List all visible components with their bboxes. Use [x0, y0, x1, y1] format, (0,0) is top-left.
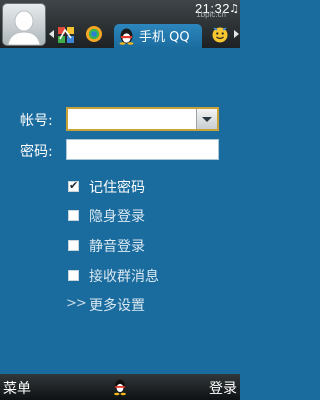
double-chevron-right-icon: >>	[66, 296, 87, 311]
qq-penguin-icon	[119, 28, 134, 45]
avatar[interactable]	[2, 3, 46, 46]
music-note-icon: ♫	[229, 2, 239, 15]
watermark: 1bpic.cn	[196, 10, 226, 19]
qq-login-screen: 21:32 1bpic.cn ♫ 手机 QQ 帐号: 密码: ✔ 记住密码 隐身…	[0, 0, 240, 400]
chevron-down-icon	[202, 117, 212, 122]
receive-group-messages-checkbox[interactable]	[68, 270, 79, 281]
account-combo[interactable]	[66, 107, 219, 131]
default-avatar-icon	[7, 10, 41, 45]
tab-label: 手机 QQ	[139, 30, 190, 45]
emoticon-icon[interactable]	[210, 24, 230, 44]
login-softkey[interactable]: 登录	[209, 378, 237, 398]
remember-password-checkbox[interactable]: ✔	[68, 179, 79, 192]
qq-penguin-icon	[114, 379, 126, 396]
tab-mobile-qq[interactable]: 手机 QQ	[114, 24, 202, 48]
account-label: 帐号:	[20, 113, 53, 129]
password-label: 密码:	[20, 144, 53, 160]
option-label: 隐身登录	[89, 209, 145, 225]
option-label: 记住密码	[89, 180, 145, 196]
top-bar: 21:32 1bpic.cn ♫ 手机 QQ	[0, 0, 240, 48]
scroll-right-icon[interactable]	[234, 30, 239, 38]
browser-icon[interactable]	[84, 24, 104, 44]
more-settings-label: 更多设置	[89, 298, 145, 314]
softkey-bar: 菜单 登录	[0, 374, 240, 400]
checkmark-icon: ✔	[69, 179, 79, 192]
invisible-login-checkbox[interactable]	[68, 210, 79, 221]
app-grid-icon[interactable]	[56, 24, 76, 44]
account-dropdown-button[interactable]	[196, 109, 217, 129]
option-label: 静音登录	[89, 239, 145, 255]
silent-login-checkbox[interactable]	[68, 240, 79, 251]
scroll-left-icon[interactable]	[49, 30, 54, 38]
password-field[interactable]	[66, 139, 219, 160]
menu-softkey[interactable]: 菜单	[3, 378, 31, 398]
option-label: 接收群消息	[89, 269, 159, 285]
